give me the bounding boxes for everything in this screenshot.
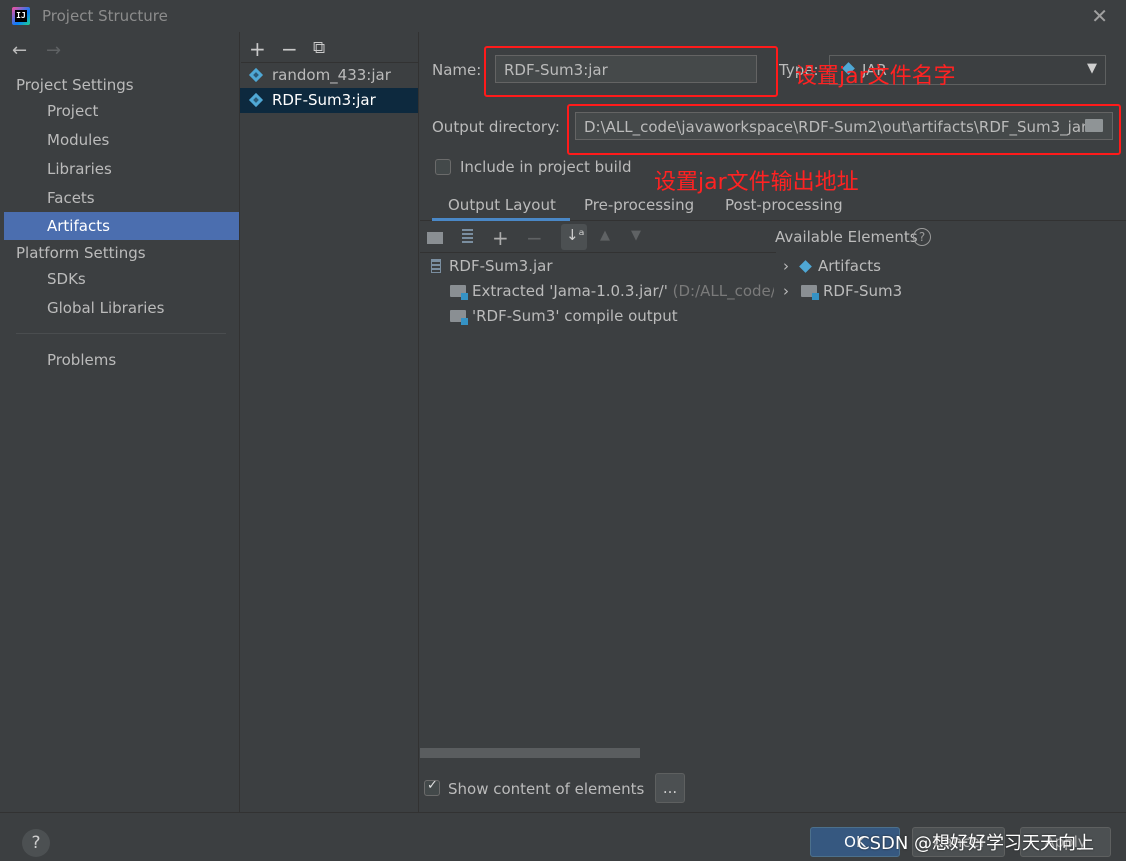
output-annotation: 设置jar文件输出地址	[654, 170, 859, 195]
name-highlight-box	[484, 46, 778, 97]
create-archive-icon[interactable]	[462, 229, 473, 245]
sidebar-item-global-libraries[interactable]: Global Libraries	[4, 294, 239, 322]
move-down-icon[interactable]: ▼	[631, 228, 641, 243]
available-elements-header: Available Elements	[775, 228, 918, 246]
add-copy-of-icon[interactable]: +	[492, 226, 509, 250]
close-icon[interactable]: ✕	[1091, 4, 1108, 28]
layout-toolbar-divider	[420, 252, 776, 253]
tree-item-label: Extracted 'Jama-1.0.3.jar/'	[472, 282, 668, 300]
include-build-checkbox[interactable]	[435, 159, 451, 175]
available-item-label: RDF-Sum3	[823, 282, 903, 300]
help-button[interactable]: ?	[22, 829, 50, 857]
window-title: Project Structure	[42, 7, 168, 25]
sidebar-item-facets[interactable]: Facets	[4, 184, 239, 212]
csdn-watermark: CSDN @想好好学习天天向上	[857, 833, 1095, 854]
remove-artifact-icon[interactable]: −	[281, 37, 298, 61]
tree-item-hint: (D:/ALL_code/ja	[672, 282, 774, 300]
sidebar-item-project[interactable]: Project	[4, 97, 239, 125]
artifact-icon	[248, 67, 264, 83]
back-arrow-icon[interactable]: ←	[12, 40, 27, 61]
module-output-icon	[450, 310, 468, 325]
sidebar-item-artifacts[interactable]: Artifacts	[4, 212, 239, 240]
tree-item-extracted[interactable]: Extracted 'Jama-1.0.3.jar/' (D:/ALL_code…	[450, 282, 774, 300]
create-directory-icon[interactable]	[427, 232, 443, 244]
tree-item-label: 'RDF-Sum3' compile output	[472, 307, 678, 325]
title-bar	[0, 0, 1126, 32]
horizontal-scrollbar[interactable]	[420, 748, 640, 758]
include-build-label: Include in project build	[460, 158, 632, 176]
artifact-list-item-selected[interactable]: RDF-Sum3:jar	[240, 88, 418, 113]
artifact-icon	[799, 260, 812, 273]
tree-item-label: RDF-Sum3.jar	[449, 257, 553, 275]
show-content-checkbox[interactable]: ✓	[424, 778, 440, 796]
artifact-list-label: random_433:jar	[272, 66, 391, 84]
chevron-right-icon[interactable]: ›	[783, 257, 789, 275]
active-tab-indicator	[432, 218, 570, 221]
sort-elements-icon[interactable]: ↓ᵃ	[561, 224, 587, 250]
tree-item-compile-output[interactable]: 'RDF-Sum3' compile output	[450, 307, 678, 325]
available-item-artifacts[interactable]: › Artifacts	[783, 257, 881, 275]
sidebar-item-sdks[interactable]: SDKs	[4, 265, 239, 293]
check-icon: ✓	[427, 778, 438, 793]
platform-settings-header: Platform Settings	[16, 244, 146, 262]
tab-pre-processing[interactable]: Pre-processing	[584, 196, 694, 214]
add-artifact-icon[interactable]: +	[249, 37, 266, 61]
output-directory-label: Output directory:	[432, 118, 560, 136]
jar-icon	[431, 259, 441, 273]
help-circle-icon[interactable]: ?	[913, 228, 931, 246]
forward-arrow-icon[interactable]: →	[46, 40, 61, 61]
module-icon	[801, 285, 819, 300]
name-label: Name:	[432, 61, 482, 79]
tab-post-processing[interactable]: Post-processing	[725, 196, 843, 214]
artifact-list-panel	[240, 32, 419, 812]
sidebar-item-libraries[interactable]: Libraries	[4, 155, 239, 183]
chevron-down-icon: ▼	[1087, 61, 1097, 76]
artifact-icon	[248, 92, 264, 108]
chevron-right-icon[interactable]: ›	[783, 282, 789, 300]
available-item-module[interactable]: › RDF-Sum3	[783, 282, 902, 300]
extract-icon	[450, 285, 468, 300]
sidebar-divider	[16, 333, 226, 334]
tab-output-layout[interactable]: Output Layout	[448, 196, 556, 214]
sidebar-item-problems[interactable]: Problems	[4, 346, 239, 374]
intellij-app-icon: IJ	[12, 7, 30, 25]
more-options-button[interactable]: ...	[655, 773, 685, 803]
copy-artifact-icon[interactable]: ⧉	[313, 38, 325, 58]
output-directory-highlight-box	[567, 104, 1121, 155]
show-content-label: Show content of elements	[448, 780, 645, 798]
project-settings-header: Project Settings	[16, 76, 134, 94]
tree-item-jar[interactable]: RDF-Sum3.jar	[431, 257, 553, 275]
name-annotation: 设置jar文件名字	[795, 64, 956, 89]
sidebar-item-modules[interactable]: Modules	[4, 126, 239, 154]
available-item-label: Artifacts	[818, 257, 881, 275]
remove-element-icon[interactable]: −	[526, 226, 543, 250]
move-up-icon[interactable]: ▲	[600, 228, 610, 243]
artifact-list-label: RDF-Sum3:jar	[272, 91, 376, 109]
artifact-list-item[interactable]: random_433:jar	[240, 63, 418, 88]
